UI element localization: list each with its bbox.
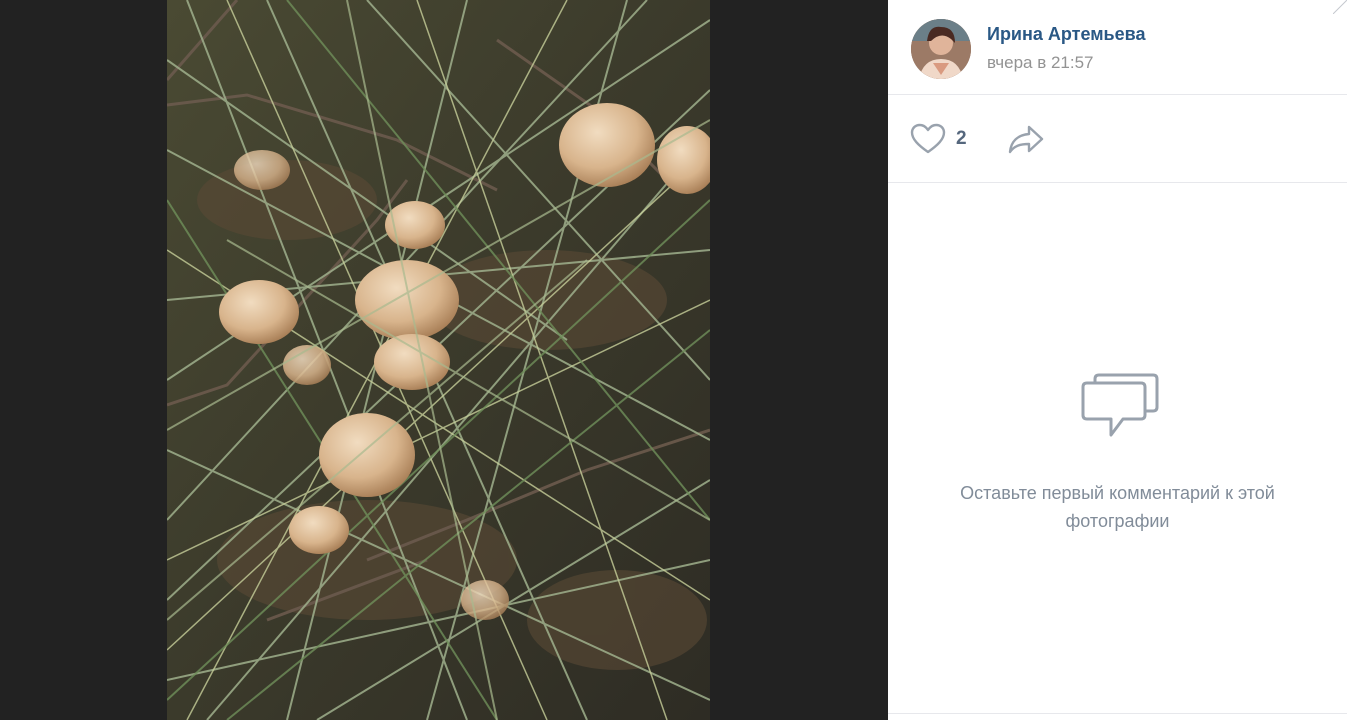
photo-viewer-backdrop[interactable] (0, 0, 888, 720)
comments-empty-state: Оставьте первый комментарий к этой фотог… (888, 183, 1347, 713)
divider (888, 713, 1347, 714)
avatar[interactable] (911, 19, 971, 79)
share-arrow-icon (1008, 125, 1044, 154)
photo-info-panel: Ирина Артемьева вчера в 21:57 2 Оставьте… (888, 0, 1347, 720)
close-icon[interactable] (1332, 0, 1347, 15)
avatar-image (911, 19, 971, 79)
photo-image (167, 0, 710, 720)
post-time[interactable]: вчера в 21:57 (987, 53, 1094, 73)
author-name-link[interactable]: Ирина Артемьева (987, 24, 1145, 45)
share-button[interactable] (1006, 122, 1046, 156)
like-count: 2 (956, 128, 967, 149)
empty-comments-message: Оставьте первый комментарий к этой фотог… (960, 483, 1275, 531)
author-header: Ирина Артемьева вчера в 21:57 (888, 0, 1347, 95)
like-button[interactable]: 2 (910, 122, 967, 156)
photo[interactable] (167, 0, 710, 720)
heart-icon (910, 123, 946, 154)
action-bar: 2 (888, 95, 1347, 183)
comments-icon (1081, 373, 1159, 437)
